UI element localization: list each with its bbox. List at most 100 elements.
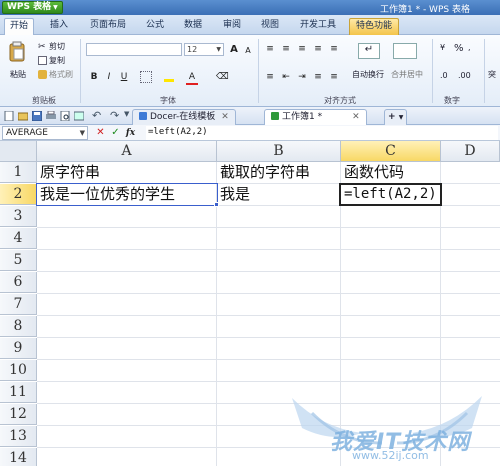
extra-group-label[interactable]: 突 [488, 69, 496, 80]
tab-page-layout[interactable]: 页面布局 [84, 18, 132, 35]
align-right-icon[interactable]: ≡ [312, 71, 324, 83]
print-icon[interactable] [46, 111, 56, 121]
close-icon[interactable]: ✕ [352, 112, 360, 122]
select-all-corner[interactable] [0, 141, 37, 162]
cell-a1[interactable]: 原字符串 [38, 162, 100, 183]
row-header-13[interactable]: 13 [0, 426, 37, 447]
group-separator [432, 39, 433, 103]
save-icon[interactable] [32, 111, 42, 121]
tab-view[interactable]: 视图 [255, 18, 285, 35]
italic-button[interactable]: I [103, 71, 115, 83]
doc-tab-workbook1[interactable]: 工作簿1 * ✕ [264, 109, 367, 125]
tab-insert[interactable]: 插入 [44, 18, 74, 35]
align-bottom-icon[interactable]: ≡ [296, 43, 308, 55]
align-justify-icon[interactable]: ≡ [264, 71, 276, 83]
redo-icon[interactable]: ↷ [110, 109, 119, 122]
new-tab-button[interactable]: + ▼ [384, 109, 408, 125]
name-box[interactable]: AVERAGE ▼ [2, 126, 88, 140]
paste-button[interactable] [8, 41, 26, 65]
cancel-formula-button[interactable]: ✕ [94, 126, 107, 140]
cell-c1[interactable]: 函数代码 [342, 162, 404, 183]
doc-tab-label: Docer-在线模板 [150, 112, 216, 122]
group-separator [484, 39, 485, 103]
gridline [37, 381, 500, 382]
border-icon[interactable] [140, 71, 152, 83]
row-header-2[interactable]: 2 [0, 184, 37, 205]
paste-label[interactable]: 粘贴 [10, 69, 26, 80]
chevron-down-icon[interactable]: ▼ [80, 127, 85, 139]
row-header-14[interactable]: 14 [0, 448, 37, 466]
row-header-6[interactable]: 6 [0, 272, 37, 293]
row-header-8[interactable]: 8 [0, 316, 37, 337]
format-painter-button[interactable]: 格式刷 [38, 69, 73, 80]
decimal-increase-icon[interactable]: .0 [440, 71, 448, 80]
tab-developer[interactable]: 开发工具 [294, 18, 342, 35]
open-folder-icon[interactable] [18, 111, 28, 121]
row-header-5[interactable]: 5 [0, 250, 37, 271]
clear-format-icon[interactable]: ⌫ [216, 71, 229, 83]
row-header-12[interactable]: 12 [0, 404, 37, 425]
docer-icon [139, 112, 147, 120]
wps-app-menu-button[interactable]: WPS 表格 ▼ [2, 1, 63, 14]
tab-data[interactable]: 数据 [178, 18, 208, 35]
font-size-select[interactable]: 12 ▼ [184, 43, 224, 56]
new-file-icon[interactable] [4, 111, 14, 121]
merge-center-button[interactable]: 合并居中 [391, 69, 423, 80]
chevron-down-icon[interactable]: ▼ [124, 110, 129, 118]
row-header-3[interactable]: 3 [0, 206, 37, 227]
print-preview-icon[interactable] [60, 111, 70, 121]
decrease-font-icon[interactable]: A [242, 45, 254, 57]
font-size-value: 12 [187, 45, 198, 54]
doc-tab-docer[interactable]: Docer-在线模板 ✕ [132, 109, 236, 125]
column-header-c[interactable]: C [341, 141, 441, 162]
font-family-select[interactable] [86, 43, 182, 56]
active-cell-c2[interactable] [339, 183, 442, 206]
cell-b2[interactable]: 我是 [218, 184, 250, 205]
percent-button[interactable]: % [454, 43, 464, 54]
align-middle-icon[interactable]: ≡ [280, 43, 292, 55]
close-icon[interactable]: ✕ [221, 112, 229, 122]
window-title: 工作簿1 * - WPS 表格 [380, 5, 470, 15]
spellcheck-icon[interactable] [74, 111, 84, 121]
merge-center-icon[interactable] [393, 43, 417, 59]
fill-color-icon[interactable] [164, 71, 176, 83]
cell-b1[interactable]: 截取的字符串 [218, 162, 310, 183]
distributed-icon[interactable]: ≡ [328, 71, 340, 83]
align-top-icon[interactable]: ≡ [264, 43, 276, 55]
wrap-text-icon[interactable]: ↵ [358, 43, 380, 59]
confirm-formula-button[interactable]: ✓ [109, 126, 122, 140]
copy-label: 复制 [49, 56, 65, 65]
row-header-4[interactable]: 4 [0, 228, 37, 249]
row-header-7[interactable]: 7 [0, 294, 37, 315]
tab-home[interactable]: 开始 [4, 18, 34, 35]
align-center-icon[interactable]: ≡ [328, 43, 340, 55]
indent-increase-icon[interactable]: ⇥ [296, 71, 308, 83]
indent-decrease-icon[interactable]: ⇤ [280, 71, 292, 83]
row-header-10[interactable]: 10 [0, 360, 37, 381]
cut-button[interactable]: ✂ 剪切 [38, 41, 65, 52]
row-header-11[interactable]: 11 [0, 382, 37, 403]
comma-icon[interactable]: , [468, 43, 471, 52]
wrap-text-button[interactable]: 自动换行 [352, 69, 384, 80]
align-left-icon[interactable]: ≡ [312, 43, 324, 55]
copy-button[interactable]: 复制 [38, 55, 65, 66]
increase-font-icon[interactable]: A [228, 44, 240, 56]
decimal-decrease-icon[interactable]: .00 [458, 71, 471, 80]
gridline [37, 249, 500, 250]
column-header-b[interactable]: B [217, 141, 341, 162]
row-header-9[interactable]: 9 [0, 338, 37, 359]
gridline [37, 293, 500, 294]
column-header-d[interactable]: D [441, 141, 500, 162]
tab-review[interactable]: 审阅 [217, 18, 247, 35]
formula-input[interactable]: =left(A2,2) [146, 126, 498, 140]
currency-icon[interactable]: ¥ [440, 43, 445, 52]
column-header-a[interactable]: A [37, 141, 217, 162]
tab-special-features[interactable]: 特色功能 [349, 18, 399, 35]
insert-function-button[interactable]: fx [124, 126, 137, 140]
undo-icon[interactable]: ↶ [92, 109, 101, 122]
bold-button[interactable]: B [88, 71, 100, 83]
underline-button[interactable]: U [118, 71, 130, 83]
font-color-icon[interactable]: A [186, 71, 198, 83]
row-header-1[interactable]: 1 [0, 162, 37, 183]
tab-formulas[interactable]: 公式 [140, 18, 170, 35]
